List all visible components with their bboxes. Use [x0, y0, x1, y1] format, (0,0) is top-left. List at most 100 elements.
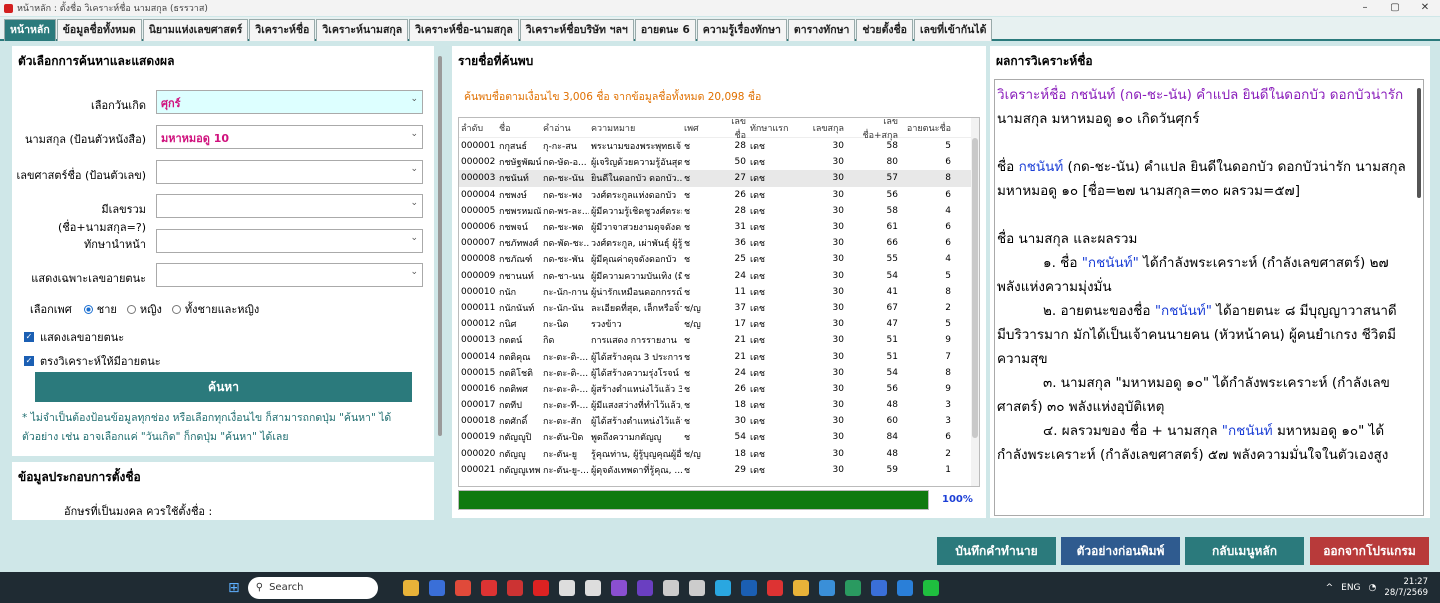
gender-male-radio[interactable]: ชาย — [83, 300, 117, 318]
app-icon[interactable] — [870, 579, 887, 596]
tab-taksa-knowledge[interactable]: ความรู้เรื่องทักษา — [696, 19, 787, 41]
taskbar-search[interactable]: ⚲ Search — [247, 576, 378, 599]
column-header[interactable]: ความหมาย — [589, 121, 682, 135]
table-cell: กตัญญู — [499, 449, 526, 460]
table-row[interactable]: 000017 กตทีป กะ-ตะ-ที-... ผู้มีแสงสว่างที่ท… — [459, 397, 979, 413]
column-header[interactable]: คำอ่าน — [541, 121, 589, 135]
tab-home[interactable]: หน้าหลัก — [4, 19, 56, 41]
app-icon[interactable] — [532, 579, 549, 596]
table-row[interactable]: 000018 กตศักดิ์ กะ-ตะ-สัก ผู้ได้สร้างตำแหน่… — [459, 413, 979, 429]
left-scrollbar[interactable] — [438, 56, 442, 436]
table-row[interactable]: 000008 กชภัณฑ์ กด-ชะ-พัน ผู้มีคุณค่าดุจดังด… — [459, 251, 979, 267]
table-cell: 30 — [832, 141, 844, 152]
exit-button[interactable]: ออกจากโปรแกรม — [1310, 537, 1429, 565]
app-icon[interactable] — [428, 579, 445, 596]
table-row[interactable]: 000009 กชานนท์ กด-ชา-นน ผู้มีความความบันเทิ… — [459, 268, 979, 284]
table-row[interactable]: 000003 กชนันท์ กด-ชะ-นัน ยินดีในดอกบัว ดอกบ… — [459, 170, 979, 187]
table-row[interactable]: 000013 กตตน์ กิด การแสดง การรายงาน ช 21 เดช 30 5… — [459, 332, 979, 348]
table-row[interactable]: 000006 กชพจน์ กด-ชะ-พด ผู้มีวาจาสวยงามดุจดั… — [459, 219, 979, 235]
search-button[interactable]: ค้นหา — [35, 372, 412, 402]
table-row[interactable]: 000007 กชภัทพงศ์ กด-พัด-ชะ... วงศ์ตระกูล, เ… — [459, 235, 979, 251]
app-icon[interactable] — [584, 579, 601, 596]
ayatana-select[interactable]: ⌄ — [156, 263, 423, 287]
app-icon[interactable] — [558, 579, 575, 596]
table-cell: 25 — [734, 254, 746, 265]
app-icon[interactable] — [896, 579, 913, 596]
app-icon[interactable] — [792, 579, 809, 596]
table-cell: 54 — [886, 367, 898, 378]
column-header[interactable]: เลขสกุล — [796, 121, 846, 135]
table-row[interactable]: 000021 กตัญญูเทพ กะ-ตัน-ยู-... ผู้ดุจดังเทพ… — [459, 462, 979, 478]
table-row[interactable]: 000015 กตติโชติ กะ-ตะ-ติ-... ผู้ได้สร้างควา… — [459, 365, 979, 381]
table-row[interactable]: 000005กชพรหมณัชกด-พร-ละ...ผู้มีความรู้เช… — [459, 203, 979, 219]
visual-studio-icon[interactable] — [636, 579, 653, 596]
app-icon[interactable] — [506, 579, 523, 596]
windows-start-icon[interactable]: ⊞ — [228, 580, 240, 596]
gender-both-radio[interactable]: ทั้งชายและหญิง — [171, 300, 259, 318]
file-explorer-icon[interactable] — [402, 579, 419, 596]
chrome-icon[interactable] — [454, 579, 471, 596]
tab-compatible-numbers[interactable]: เลขที่เข้ากันได้ — [913, 19, 993, 41]
app-icon[interactable] — [818, 579, 835, 596]
table-row[interactable]: 000012 กนิศ กะ-นิด รวงข้าว ช/ญ 17 เดช 30 47 5 — [459, 316, 979, 332]
table-row[interactable]: 000004 กชพงษ์ กด-ชะ-พง วงศ์ตระกูลแห่งดอกบัว… — [459, 187, 979, 203]
column-header[interactable]: ลำดับ — [459, 121, 497, 135]
table-cell: 000006 — [461, 222, 496, 233]
column-header[interactable]: เพศ — [682, 121, 718, 135]
numname-select[interactable]: ⌄ — [156, 160, 423, 184]
chevron-up-icon[interactable]: ^ — [1326, 583, 1334, 593]
table-row[interactable]: 000016 กตติพศ กะ-ตะ-ติ-... ผู้สร้างตำแหน่งไ… — [459, 381, 979, 397]
minimize-icon[interactable]: – — [1350, 0, 1380, 16]
taksa-select[interactable]: ⌄ — [156, 229, 423, 253]
table-row[interactable]: 000019 กตัญญูปิ กะ-ตัน-ปิด พูดถึงความกตัญญู… — [459, 429, 979, 445]
close-icon[interactable]: ✕ — [1410, 0, 1440, 16]
analysis-text[interactable]: วิเคราะห์ชื่อ กชนันท์ (กด-ชะ-นัน) คำแปล … — [994, 79, 1424, 516]
tab-numerology-definition[interactable]: นิยามแห่งเลขศาสตร์ — [142, 19, 249, 41]
column-header[interactable]: เลขชื่อ — [718, 118, 748, 142]
language-indicator[interactable]: ENG — [1341, 583, 1360, 593]
column-header[interactable]: อายตนะชื่อ — [902, 121, 957, 135]
app-icon[interactable] — [740, 579, 757, 596]
wifi-icon[interactable]: ◔ — [1369, 583, 1377, 593]
table-row[interactable]: 000001 กกุสนธ์ กุ-กะ-สน พระนามของพระพุทธเจ้… — [459, 138, 979, 154]
tab-taksa-table[interactable]: ตารางทักษา — [787, 19, 856, 41]
app-icon[interactable] — [766, 579, 783, 596]
table-scrollbar[interactable] — [971, 118, 979, 486]
table-cell: ช — [684, 368, 691, 379]
tab-analyze-name[interactable]: วิเคราะห์ชื่อ — [249, 19, 316, 41]
analysis-scrollbar[interactable] — [1417, 88, 1421, 198]
app-icon[interactable] — [688, 579, 705, 596]
analyze-ayatana-checkbox[interactable]: ✓ ตรงวิเคราะห์ให้มีอายตนะ — [24, 352, 161, 370]
main-menu-button[interactable]: กลับเมนูหลัก — [1185, 537, 1304, 565]
app-icon[interactable] — [662, 579, 679, 596]
table-row[interactable]: 000010 กนัก กะ-นัก-กาน ผู้น่ารักเหมือนดอกกร… — [459, 284, 979, 300]
app-icon[interactable] — [844, 579, 861, 596]
column-header[interactable]: ชื่อ — [497, 121, 541, 135]
table-row[interactable]: 000014 กตติคุณ กะ-ตะ-ติ-... ผู้ได้สร้างคุณ … — [459, 348, 979, 364]
table-row[interactable]: 000011 กนักนันท์ กะ-นัก-นัน ละเอียดที่สุด, … — [459, 300, 979, 316]
tab-analyze-surname[interactable]: วิเคราะห์นามสกุล — [316, 19, 409, 41]
column-header[interactable]: ทักษาแรก — [748, 121, 796, 135]
birthday-select[interactable]: ศุกร์ ⌄ — [156, 90, 423, 114]
tab-analyze-company[interactable]: วิเคราะห์ชื่อบริษัท ฯลฯ — [519, 19, 634, 41]
line-icon[interactable] — [922, 579, 939, 596]
tab-help-naming[interactable]: ช่วยตั้งชื่อ — [856, 19, 913, 41]
clock[interactable]: 21:27 28/7/2569 — [1384, 577, 1428, 599]
print-preview-button[interactable]: ตัวอย่างก่อนพิมพ์ — [1061, 537, 1180, 565]
tab-ayatana[interactable]: อายตนะ 6 — [634, 19, 696, 41]
app-icon[interactable] — [480, 579, 497, 596]
gender-female-radio[interactable]: หญิง — [126, 300, 162, 318]
column-header[interactable]: เลขชื่อ+สกุล — [846, 118, 902, 142]
app-icon[interactable] — [714, 579, 731, 596]
ayatana-label: แสดงเฉพาะเลขอายตนะ — [31, 272, 146, 285]
save-prediction-button[interactable]: บันทึกคำทำนาย — [937, 537, 1056, 565]
tab-analyze-fullname[interactable]: วิเคราะห์ชื่อ-นามสกุล — [409, 19, 519, 41]
tab-all-names[interactable]: ข้อมูลชื่อทั้งหมด — [56, 19, 142, 41]
maximize-icon[interactable]: ▢ — [1380, 0, 1410, 16]
visual-studio-icon[interactable] — [610, 579, 627, 596]
surname-input[interactable]: มหาหมอดู 10 ⌄ — [156, 125, 423, 149]
show-ayatana-checkbox[interactable]: ✓ แสดงเลขอายตนะ — [24, 328, 124, 346]
table-row[interactable]: 000020 กตัญญู กะ-ตัน-ยู รู้คุณท่าน, ผู้รู้บ… — [459, 446, 979, 462]
sum-select[interactable]: ⌄ — [156, 194, 423, 218]
table-row[interactable]: 000002 กชษัฐพัฒน์ กด-ษัด-อ... ผู้เจริญด้วยค… — [459, 154, 979, 170]
